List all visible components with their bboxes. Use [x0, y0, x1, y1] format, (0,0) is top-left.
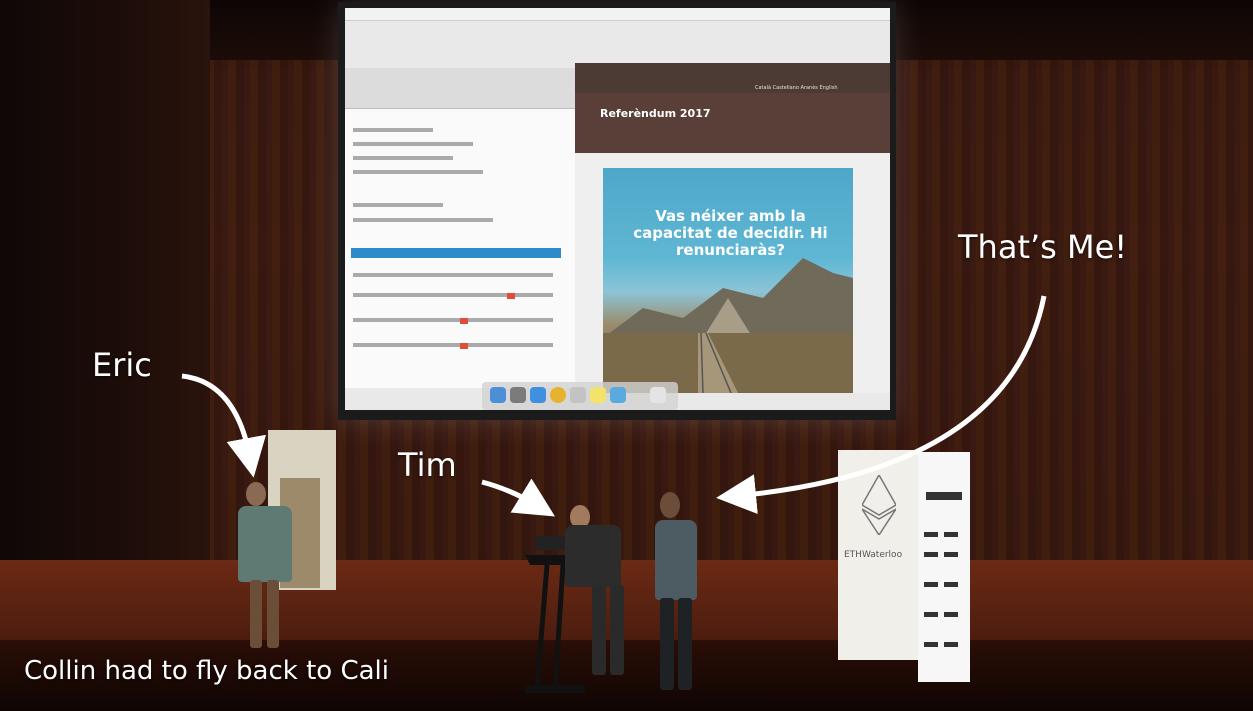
label-tim: Tim — [398, 446, 457, 484]
label-eric: Eric — [92, 346, 152, 384]
arrow-to-tim — [481, 478, 556, 517]
label-collin: Collin had to fly back to Cali — [24, 656, 390, 686]
annotation-arrows — [181, 295, 1047, 517]
arrow-to-eric — [181, 373, 267, 478]
label-me: That’s Me! — [958, 228, 1128, 266]
stage-photo: Català Castellano Aranès English Referèn… — [0, 0, 1253, 711]
arrow-to-me — [716, 295, 1047, 515]
